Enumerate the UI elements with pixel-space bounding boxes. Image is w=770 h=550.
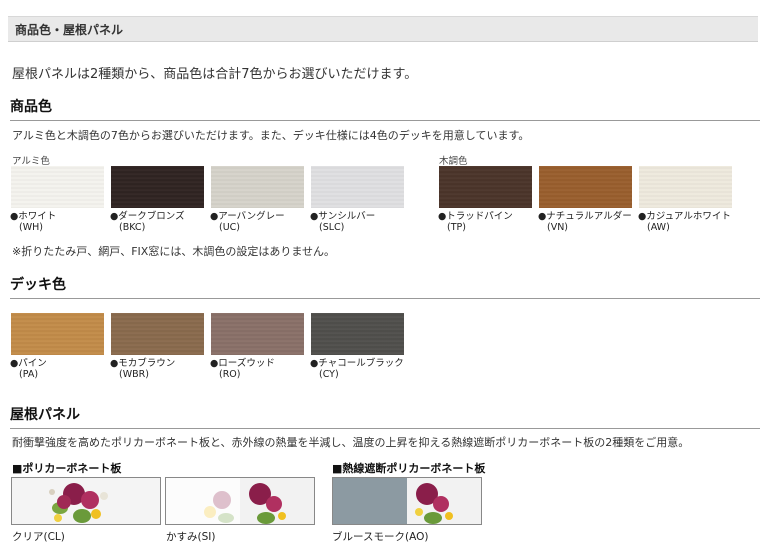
deck-color-title: デッキ色 [10,274,760,299]
swatch-label-natural-alder: ●ナチュラルアルダー (VN) [538,211,632,233]
swatch-label-rosewood: ●ローズウッド (RO) [210,358,275,380]
swatch-sun-silver[interactable] [311,166,404,208]
swatch-mocha-brown[interactable] [111,313,204,355]
section-header-bar: 商品色・屋根パネル [8,16,758,42]
swatch-label-trad-pine: ●トラッドパイン (TP) [438,211,513,233]
swatch-dark-bronze[interactable] [111,166,204,208]
swatch-pine[interactable] [11,313,104,355]
roof-panel-description: 耐衝撃強度を高めたポリカーボネート板と、赤外線の熱量を半減し、温度の上昇を抑える… [12,436,690,449]
wood-group-label: 木調色 [439,156,468,167]
panel-image-blue-smoke[interactable] [332,477,482,525]
swatch-label-white: ●ホワイト (WH) [10,211,57,233]
wood-color-note: ※折りたたみ戸、網戸、FIX窓には、木調色の設定はありません。 [12,245,335,258]
flower-image [333,478,481,524]
roof-panel-title: 屋根パネル [10,404,760,429]
swatch-trad-pine[interactable] [439,166,532,208]
swatch-label-dark-bronze: ●ダークブロンズ (BKC) [110,211,185,233]
swatch-white[interactable] [11,166,104,208]
swatch-label-charcoal-black: ●チャコールブラック (CY) [310,358,404,380]
panel-image-kasumi[interactable] [165,477,315,525]
swatch-label-casual-white: ●カジュアルホワイト (AW) [638,211,731,233]
swatch-label-mocha-brown: ●モカブラウン (WBR) [110,358,176,380]
product-color-title: 商品色 [10,96,760,121]
flower-image [12,478,160,524]
panel-image-clear[interactable] [11,477,161,525]
heat-block-heading: ■熱線遮断ポリカーボネート板 [332,462,486,475]
swatch-rosewood[interactable] [211,313,304,355]
panel-label-blue-smoke: ブルースモーク(AO) [332,531,429,543]
swatch-casual-white[interactable] [639,166,732,208]
flower-image [166,478,314,524]
product-color-description: アルミ色と木調色の7色からお選びいただけます。また、デッキ仕様には4色のデッキを… [12,129,530,142]
polycarbonate-heading: ■ポリカーボネート板 [12,462,122,475]
intro-text: 屋根パネルは2種類から、商品色は合計7色からお選びいただけます。 [12,67,418,82]
swatch-label-urban-gray: ●アーバングレー (UC) [210,211,285,233]
section-header-title: 商品色・屋根パネル [15,23,124,37]
swatch-charcoal-black[interactable] [311,313,404,355]
swatch-urban-gray[interactable] [211,166,304,208]
swatch-natural-alder[interactable] [539,166,632,208]
swatch-label-pine: ●パイン (PA) [10,358,47,380]
panel-label-kasumi: かすみ(SI) [166,531,216,543]
panel-label-clear: クリア(CL) [12,531,65,543]
swatch-label-sun-silver: ●サンシルバー (SLC) [310,211,376,233]
aluminum-group-label: アルミ色 [12,156,50,167]
